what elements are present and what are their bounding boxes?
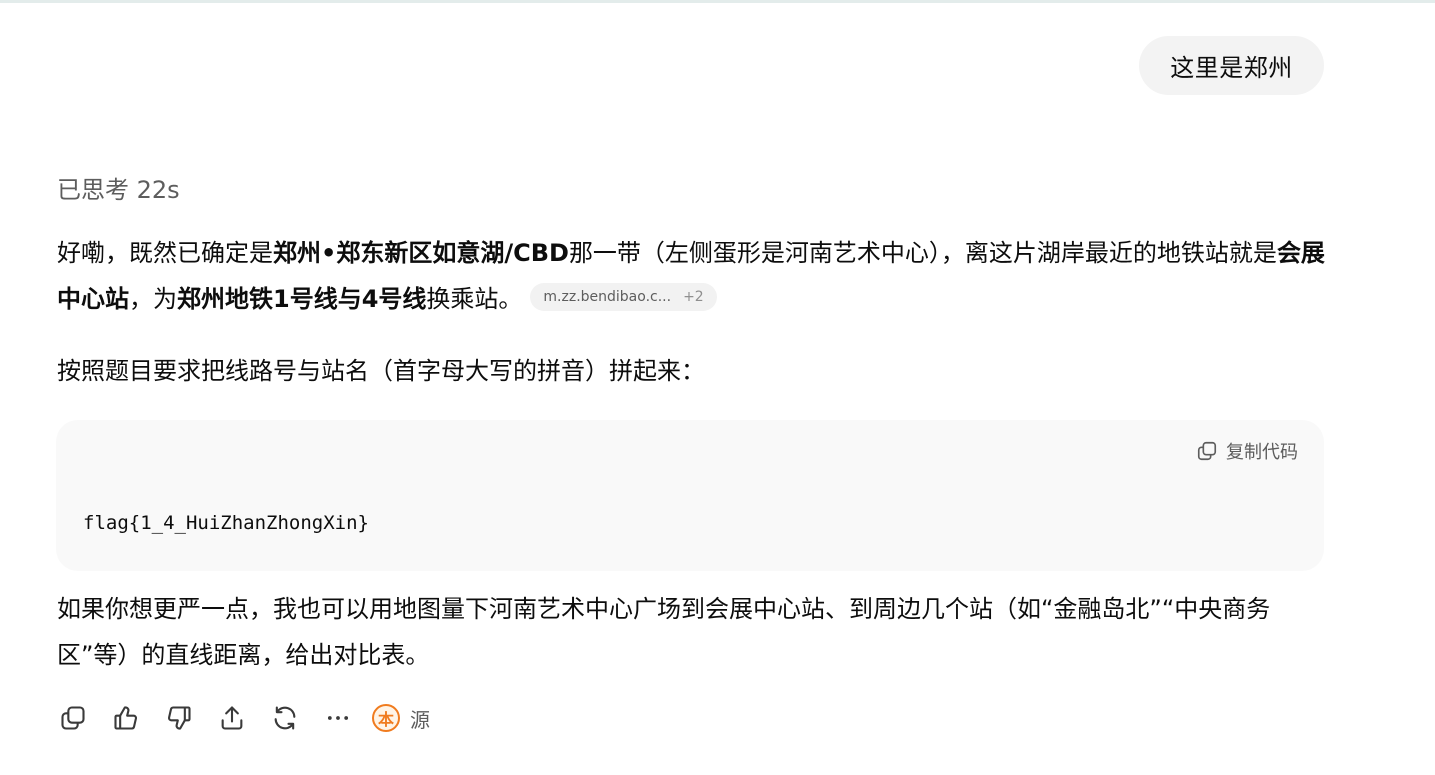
source-logo-icon: 本 (372, 704, 400, 732)
message-actions-bar: 本 源 (57, 700, 430, 736)
thumbs-down-button[interactable] (163, 700, 195, 736)
copy-code-button[interactable]: 复制代码 (1196, 438, 1298, 464)
answer-paragraph-3: 如果你想更严一点，我也可以用地图量下河南艺术中心广场到会展中心站、到周边几个站（… (57, 595, 1271, 669)
copy-code-label: 复制代码 (1226, 442, 1298, 463)
user-message-text: 这里是郑州 (1170, 54, 1293, 82)
sources-label: 源 (410, 707, 430, 732)
regenerate-button[interactable] (269, 700, 301, 736)
bold-location: 郑州•郑东新区如意湖/CBD (273, 239, 569, 267)
thumbs-up-icon (114, 706, 137, 730)
share-button[interactable] (216, 700, 248, 736)
source-citation-label: m.zz.bendibao.c... (543, 289, 672, 305)
share-icon (221, 706, 243, 730)
copy-icon (61, 706, 85, 730)
answer-paragraph-2: 按照题目要求把线路号与站名（首字母大写的拼音）拼起来： (57, 357, 705, 385)
copy-icon (1197, 441, 1217, 461)
thought-duration-toggle[interactable]: 已思考 22s (57, 170, 180, 205)
thumbs-down-icon (168, 706, 191, 730)
answer-paragraph-1: 好嘞，既然已确定是郑州•郑东新区如意湖/CBD那一带（左侧蛋形是河南艺术中心），… (57, 239, 1325, 313)
code-text: flag{1_4_HuiZhanZhongXin} (83, 512, 369, 534)
source-citation-chip[interactable]: m.zz.bendibao.c... +2 (530, 283, 717, 311)
thumbs-up-button[interactable] (110, 700, 142, 736)
user-message-bubble: 这里是郑州 (1139, 36, 1324, 95)
code-block: 复制代码 flag{1_4_HuiZhanZhongXin} (56, 420, 1324, 571)
copy-message-button[interactable] (57, 700, 89, 736)
more-actions-button[interactable] (322, 700, 354, 736)
source-citation-more: +2 (683, 289, 704, 305)
top-divider (0, 0, 1435, 3)
sources-button[interactable]: 本 源 (372, 704, 430, 733)
regenerate-icon (274, 706, 296, 730)
bold-lines: 郑州地铁1号线与4号线 (177, 285, 427, 313)
more-icon (327, 716, 349, 720)
